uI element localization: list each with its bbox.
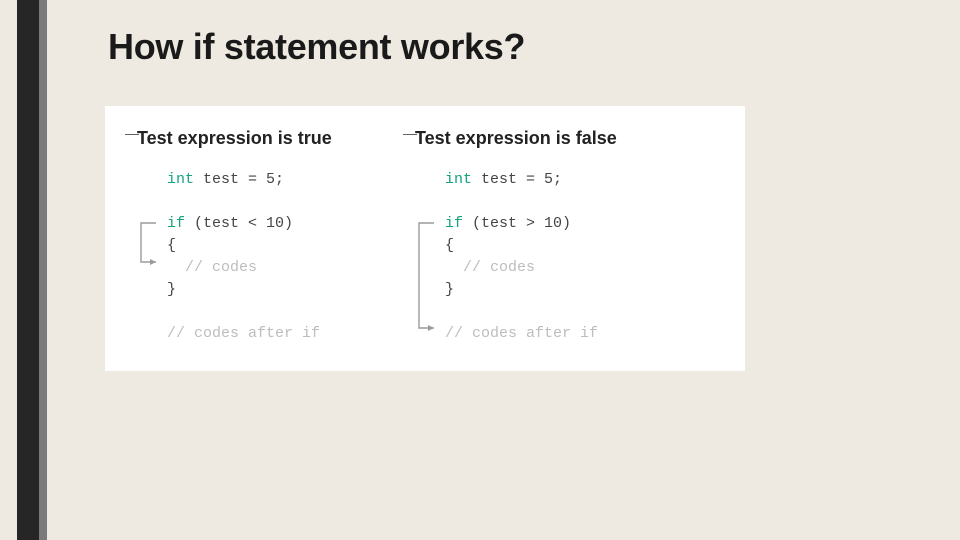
code-text: test = 5; (194, 171, 284, 188)
code-text: test = 5; (472, 171, 562, 188)
code-text: } (445, 281, 454, 298)
code-comment: // codes after if (167, 325, 320, 342)
code-text: { (167, 237, 176, 254)
code-block-true: int test = 5; if (test < 10) { // codes … (167, 169, 387, 345)
column-true: — Test expression is true int test = 5; … (117, 128, 387, 361)
accent-stripe-light (39, 0, 47, 540)
code-block-false: int test = 5; if (test > 10) { // codes … (445, 169, 665, 345)
code-panel: — Test expression is true int test = 5; … (105, 106, 745, 371)
page-title: How if statement works? (108, 26, 525, 68)
subheading-true: Test expression is true (137, 128, 387, 149)
code-comment: // codes (167, 259, 257, 276)
code-comment: // codes after if (445, 325, 598, 342)
code-comment: // codes (445, 259, 535, 276)
code-text: (test > 10) (463, 215, 571, 232)
code-text: { (445, 237, 454, 254)
code-text: (test < 10) (185, 215, 293, 232)
code-text: } (167, 281, 176, 298)
column-false: — Test expression is false int test = 5;… (395, 128, 665, 361)
kw-int: int (445, 171, 472, 188)
kw-int: int (167, 171, 194, 188)
kw-if: if (445, 215, 463, 232)
kw-if: if (167, 215, 185, 232)
subheading-false: Test expression is false (415, 128, 665, 149)
accent-stripe-dark (17, 0, 39, 540)
